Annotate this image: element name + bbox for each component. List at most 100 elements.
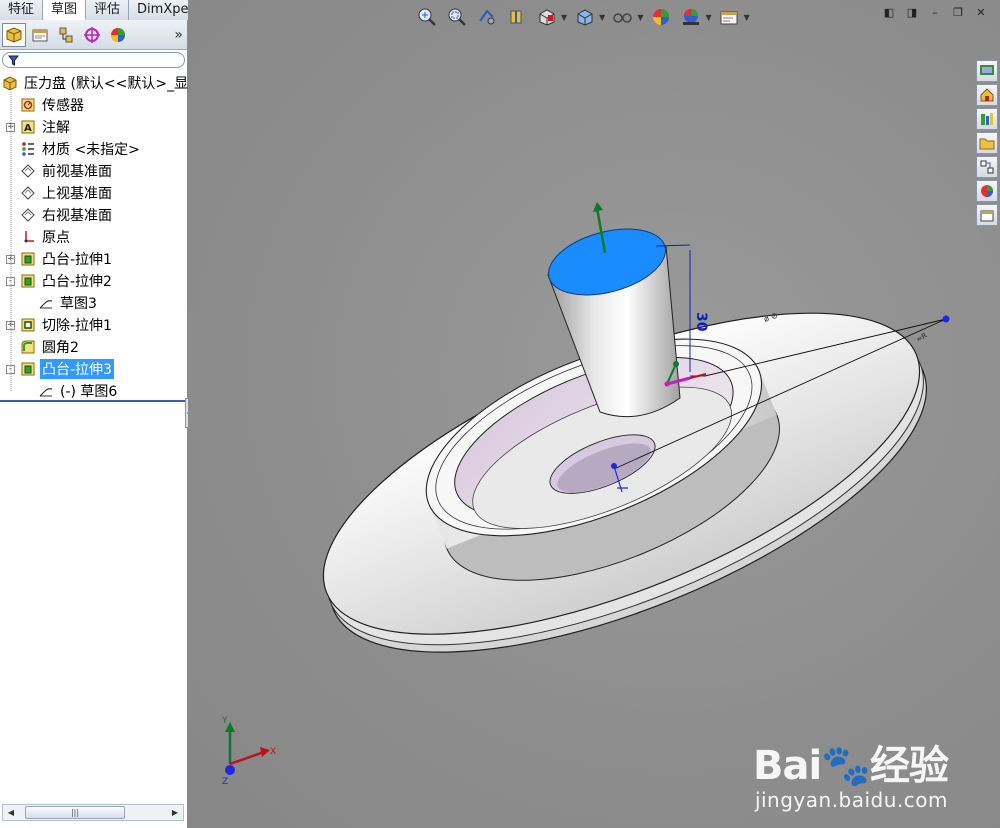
document-window-controls: ◧ ◨ – ❐ ✕: [880, 5, 990, 21]
origin-icon: [20, 229, 36, 245]
model-3d-view: 30 ø ⊘ ≈R: [322, 202, 950, 653]
triad-z-label: Z: [222, 777, 228, 787]
command-tab[interactable]: 特征: [0, 0, 44, 20]
view-orientation-dropdown-icon[interactable]: ▼: [561, 13, 567, 22]
expand-icon[interactable]: +: [6, 254, 15, 264]
tree-node-front-plane[interactable]: 前视基准面: [0, 160, 187, 182]
tree-node-sketch6[interactable]: (-) 草图6: [0, 380, 187, 402]
apply-scene-dropdown-icon[interactable]: ▼: [705, 13, 711, 22]
tree-node-label: (-) 草图6: [60, 384, 118, 400]
display-manager-tab[interactable]: [106, 23, 130, 47]
tree-node-top-plane[interactable]: 上视基准面: [0, 182, 187, 204]
tree-node-boss-extrude2[interactable]: - 凸台-拉伸2: [0, 270, 187, 292]
command-tab[interactable]: 评估: [86, 0, 130, 20]
prev-window-icon[interactable]: ◧: [880, 5, 898, 21]
graphics-viewport[interactable]: 30 ø ⊘ ≈R ▼ ▼ ▼ ▼ ▼ ◧ ◨ – ❐ ✕ Y X Z Bai🐾…: [188, 0, 1000, 828]
tree-node-label: 材质 <未指定>: [42, 142, 140, 158]
task-pane-tabs: [976, 60, 998, 226]
tree-node-label: 凸台-拉伸3: [40, 359, 114, 379]
fillet-icon: [20, 339, 36, 355]
zoom-to-fit-button[interactable]: [415, 6, 439, 28]
tree-node-label: 压力盘 (默认<<默认>_显: [24, 76, 189, 92]
tree-node-cut-extrude1[interactable]: + 切除-拉伸1: [0, 314, 187, 336]
section-view-button[interactable]: [505, 6, 529, 28]
tree-node-label: 上视基准面: [42, 186, 112, 202]
display-manager-icon: [111, 27, 125, 42]
tree-node-label: 凸台-拉伸1: [42, 252, 112, 268]
expand-icon[interactable]: +: [6, 122, 15, 132]
plane-icon: [20, 207, 36, 223]
tree-node-label: 右视基准面: [42, 208, 112, 224]
task-pane-appearances[interactable]: [976, 180, 998, 202]
task-pane-view-palette[interactable]: [976, 156, 998, 178]
tree-node-label: 传感器: [42, 98, 84, 114]
tree-filter-input[interactable]: [2, 52, 185, 68]
feature-manager-panel: » 压力盘 (默认<<默认>_显 传感器 + A 注解 材质 <未指定> 前视基准面 上视基准…: [0, 20, 188, 828]
sketch-icon: [38, 295, 54, 311]
tree-node-annotations[interactable]: + A 注解: [0, 116, 187, 138]
view-settings-dropdown-icon[interactable]: ▼: [744, 13, 750, 22]
feature-tree-tab[interactable]: [2, 22, 26, 47]
task-pane-custom-properties[interactable]: [976, 204, 998, 226]
task-pane-home[interactable]: [976, 84, 998, 106]
next-window-icon[interactable]: ◨: [903, 5, 921, 21]
svg-text:A: A: [24, 123, 32, 134]
collapse-icon[interactable]: -: [6, 276, 15, 286]
scroll-thumb[interactable]: |||: [25, 806, 125, 819]
tree-node-sensors[interactable]: 传感器: [0, 94, 187, 116]
dimxpert-manager-tab[interactable]: [80, 23, 104, 47]
material-icon: [20, 141, 36, 157]
baidu-jingyan-watermark: Bai🐾经验 jingyan.baidu.com: [753, 744, 949, 812]
hide-show-icon: [613, 13, 633, 23]
reference-triad: Y X Z: [221, 716, 276, 787]
collapse-icon[interactable]: -: [6, 364, 15, 374]
hide-show-dropdown-icon[interactable]: ▼: [637, 13, 643, 22]
watermark-url: jingyan.baidu.com: [754, 788, 948, 812]
cut-icon: [20, 317, 36, 333]
scroll-right-icon[interactable]: ▶: [167, 805, 183, 820]
tree-node-right-plane[interactable]: 右视基准面: [0, 204, 187, 226]
command-tab[interactable]: 草图: [43, 0, 87, 20]
scroll-left-icon[interactable]: ◀: [3, 805, 19, 820]
sketch-icon: [38, 383, 54, 399]
task-pane-resources[interactable]: [976, 60, 998, 82]
tree-node-sketch3[interactable]: 草图3: [0, 292, 187, 314]
tree-node-material[interactable]: 材质 <未指定>: [0, 138, 187, 160]
property-manager-tab[interactable]: [28, 23, 52, 47]
triad-y-label: Y: [221, 716, 228, 726]
solidworks-window: » 压力盘 (默认<<默认>_显 传感器 + A 注解 材质 <未指定> 前视基准面 上视基准…: [0, 0, 1000, 828]
zoom-to-area-button[interactable]: [445, 6, 469, 28]
task-pane-design-library[interactable]: [976, 108, 998, 130]
view-orientation-button[interactable]: [535, 6, 559, 28]
expand-icon[interactable]: +: [6, 320, 15, 330]
previous-view-button[interactable]: [475, 6, 499, 28]
restore-icon[interactable]: ❐: [949, 5, 967, 21]
display-style-dropdown-icon[interactable]: ▼: [599, 13, 605, 22]
plane-icon: [20, 185, 36, 201]
section-view-icon: [510, 10, 522, 24]
minimize-icon[interactable]: –: [926, 5, 944, 21]
view-settings-button[interactable]: [718, 6, 742, 28]
svg-text:≈R: ≈R: [915, 331, 928, 343]
scene-icon: [683, 9, 700, 25]
apply-scene-button[interactable]: [679, 6, 703, 28]
tree-node-label: 圆角2: [42, 340, 79, 356]
feature-tree-icon: [6, 26, 22, 43]
part-icon: [2, 75, 18, 91]
tree-node-label: 草图3: [60, 296, 97, 312]
panel-more-button[interactable]: »: [174, 27, 183, 43]
display-style-button[interactable]: [573, 6, 597, 28]
tree-node-boss-extrude3[interactable]: - 凸台-拉伸3: [0, 358, 187, 380]
tree-node-part-root[interactable]: 压力盘 (默认<<默认>_显: [0, 72, 189, 94]
close-icon[interactable]: ✕: [972, 5, 990, 21]
dimension-label[interactable]: 30: [693, 312, 709, 332]
zoom-fit-icon: [418, 8, 436, 26]
hide-show-items-button[interactable]: [611, 6, 635, 28]
tree-node-boss-extrude1[interactable]: + 凸台-拉伸1: [0, 248, 187, 270]
tree-node-origin[interactable]: 原点: [0, 226, 187, 248]
horizontal-scrollbar[interactable]: ◀ ||| ▶: [2, 804, 184, 821]
configuration-manager-tab[interactable]: [54, 23, 78, 47]
task-pane-file-explorer[interactable]: [976, 132, 998, 154]
edit-appearance-button[interactable]: [649, 6, 673, 28]
tree-node-fillet2[interactable]: 圆角2: [0, 336, 187, 358]
